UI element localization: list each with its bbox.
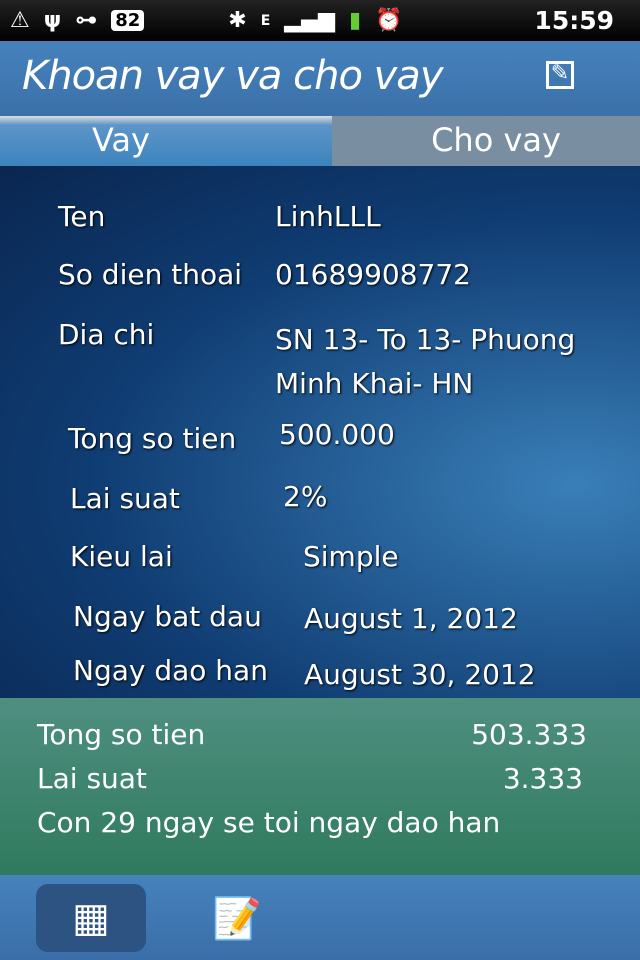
summary-remaining: Con 29 ngay se toi ngay dao han bbox=[37, 806, 501, 839]
notes-button[interactable]: 📝 bbox=[182, 884, 292, 952]
label-amount: Tong so tien bbox=[68, 422, 237, 455]
summary-total-label: Tong so tien bbox=[37, 718, 206, 751]
value-rate: 2% bbox=[283, 480, 328, 513]
key-icon: ⊶ bbox=[75, 8, 98, 33]
value-start-date: August 1, 2012 bbox=[304, 602, 518, 635]
label-name: Ten bbox=[58, 200, 106, 233]
value-interest-type: Simple bbox=[303, 540, 399, 573]
notes-icon: 📝 bbox=[212, 895, 262, 942]
value-amount: 500.000 bbox=[279, 418, 395, 451]
bottom-nav: ▦ 📝 bbox=[0, 875, 640, 960]
warning-icon: ⚠ bbox=[10, 8, 30, 33]
bluetooth-icon: ✱ bbox=[228, 8, 247, 33]
clock: 15:59 bbox=[534, 6, 614, 35]
signal-icon: ▂▄▆ bbox=[284, 8, 336, 33]
summary-interest-value: 3.333 bbox=[502, 762, 583, 795]
tab-vay[interactable]: Vay bbox=[0, 116, 332, 166]
label-due-date: Ngay dao han bbox=[73, 654, 268, 687]
edit-icon[interactable]: ✎ bbox=[546, 61, 574, 89]
label-rate: Lai suat bbox=[70, 482, 180, 515]
battery-icon: ▮ bbox=[349, 8, 362, 33]
label-address: Dia chi bbox=[58, 318, 155, 351]
status-bar: ⚠ ψ ⊶ 82 ✱ E ▂▄▆ ▮ ⏰ 15:59 bbox=[0, 0, 640, 41]
alarm-icon: ⏰ bbox=[375, 8, 403, 33]
app-header: Khoan vay va cho vay ✎ bbox=[0, 41, 640, 116]
label-phone: So dien thoai bbox=[58, 258, 243, 291]
value-name: LinhLLL bbox=[275, 200, 381, 233]
value-due-date: August 30, 2012 bbox=[304, 658, 536, 691]
loan-details: Ten LinhLLL So dien thoai 01689908772 Di… bbox=[0, 166, 640, 698]
value-phone: 01689908772 bbox=[275, 258, 471, 291]
tab-cho-vay[interactable]: Cho vay bbox=[332, 116, 640, 166]
label-start-date: Ngay bat dau bbox=[73, 600, 262, 633]
value-address: SN 13- To 13- Phuong Minh Khai- HN bbox=[275, 323, 576, 400]
usb-icon: ψ bbox=[43, 8, 62, 33]
summary-total-value: 503.333 bbox=[471, 718, 587, 751]
summary-panel: Tong so tien 503.333 Lai suat 3.333 Con … bbox=[0, 698, 640, 875]
network-type: E bbox=[260, 12, 271, 29]
label-interest-type: Kieu lai bbox=[70, 540, 173, 573]
calendar-icon: ▦ bbox=[72, 895, 110, 941]
tab-bar: Vay Cho vay bbox=[0, 116, 640, 166]
summary-interest-label: Lai suat bbox=[37, 762, 147, 795]
battery-level: 82 bbox=[111, 10, 145, 31]
calendar-button[interactable]: ▦ bbox=[36, 884, 146, 952]
page-title: Khoan vay va cho vay bbox=[22, 53, 443, 99]
